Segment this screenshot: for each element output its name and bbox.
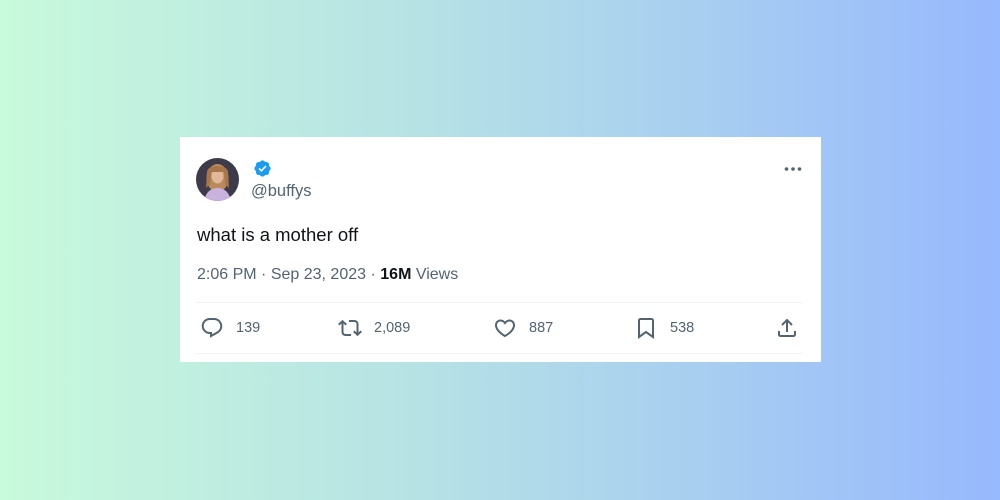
retweet-count: 2,089 — [374, 320, 411, 336]
avatar[interactable] — [196, 158, 239, 201]
bookmark-icon — [634, 316, 658, 340]
more-horizontal-icon[interactable] — [781, 159, 805, 179]
tweet-date[interactable]: Sep 23, 2023 — [271, 266, 366, 283]
tweet-text: what is a mother off — [197, 224, 359, 245]
avatar-image — [196, 158, 239, 201]
bookmark-count: 538 — [670, 320, 695, 336]
verified-badge-icon — [253, 159, 272, 178]
reply-button[interactable]: 139 — [200, 315, 260, 341]
retweet-icon — [338, 316, 362, 340]
meta-separator: · — [261, 266, 267, 283]
tweet-time[interactable]: 2:06 PM — [197, 266, 257, 283]
divider — [196, 302, 803, 303]
meta-separator: · — [370, 266, 376, 283]
tweet-card: @buffys what is a mother off 2:06 PM · S… — [180, 137, 821, 362]
reply-icon — [200, 316, 224, 340]
views-label: Views — [415, 266, 459, 283]
bookmark-button[interactable]: 538 — [634, 315, 694, 341]
user-handle[interactable]: @buffys — [251, 181, 311, 201]
like-count: 887 — [529, 320, 554, 336]
tweet-meta: 2:06 PM · Sep 23, 2023 · 16M Views — [197, 265, 458, 285]
retweet-button[interactable]: 2,089 — [338, 315, 410, 341]
divider — [196, 353, 803, 354]
like-button[interactable]: 887 — [493, 315, 553, 341]
reply-count: 139 — [236, 320, 261, 336]
views-count: 16M — [380, 266, 412, 283]
share-icon — [775, 316, 799, 340]
heart-icon — [493, 316, 517, 340]
share-button[interactable] — [775, 315, 799, 341]
